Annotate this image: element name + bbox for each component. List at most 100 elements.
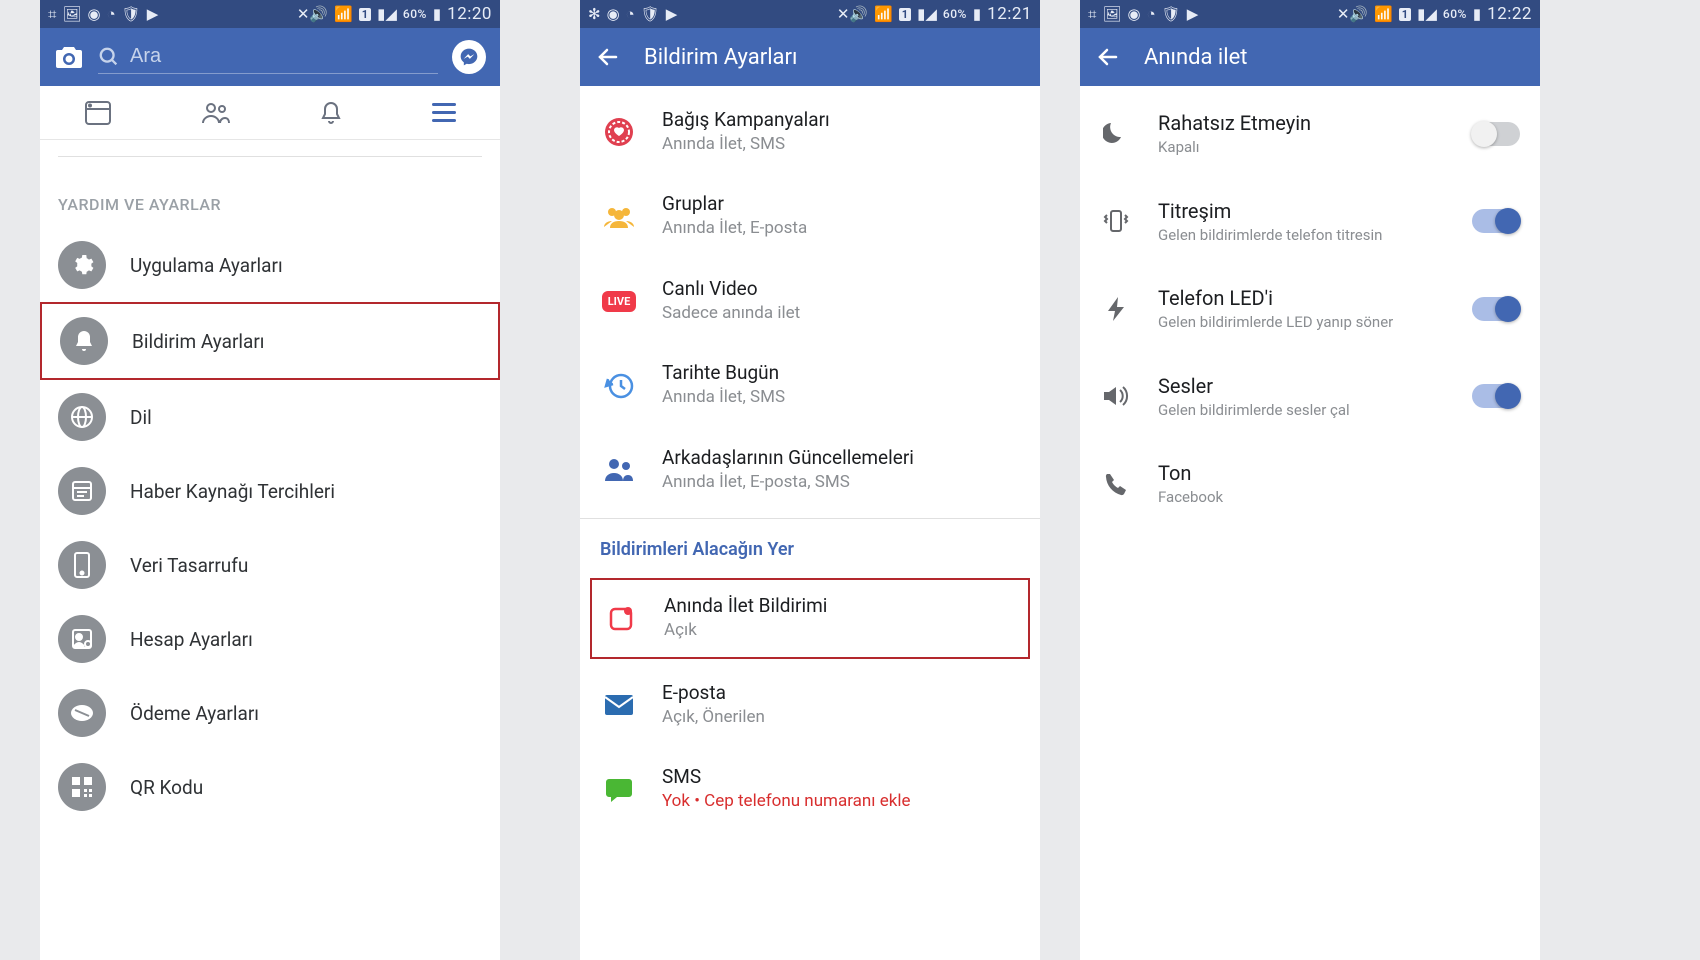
phone-push-screen: ⌗ 🖼 ◉ ◔ 🛡 ▶ ✕🔊 📶 1 ▮◢ 60% ▮ 12:22 Anında…	[1080, 0, 1540, 960]
settings-row-groups[interactable]: GruplarAnında İlet, E-posta	[580, 174, 1040, 258]
live-icon: LIVE	[600, 282, 638, 320]
camera-icon[interactable]	[54, 44, 84, 70]
status-icon: 🛡	[641, 7, 660, 22]
back-button[interactable]	[596, 45, 620, 69]
screen-header: Bildirim Ayarları	[580, 28, 1040, 86]
search-icon	[98, 46, 120, 68]
settings-row-live[interactable]: LIVE Canlı VideoSadece anında ilet	[580, 259, 1040, 343]
row-body: TitreşimGelen bildirimlerde telefon titr…	[1158, 198, 1448, 246]
push-row-speaker[interactable]: SeslerGelen bildirimlerde sesler çal	[1080, 353, 1540, 441]
menu-label: Hesap Ayarları	[130, 628, 253, 651]
mute-icon: ✕🔊	[1337, 7, 1368, 22]
push-scroll[interactable]: Rahatsız EtmeyinKapalı TitreşimGelen bild…	[1080, 86, 1540, 960]
menu-item-qr[interactable]: QR Kodu	[40, 750, 500, 824]
row-subtitle: Açık	[664, 619, 1018, 643]
menu-scroll[interactable]: YARDIM VE AYARLAR Uygulama AyarlarıBildi…	[40, 140, 500, 960]
moon-icon	[1098, 121, 1134, 147]
wifi-icon: 📶	[1374, 7, 1393, 22]
settings-row-friends[interactable]: Arkadaşlarının GüncellemeleriAnında İlet…	[580, 428, 1040, 512]
gear-icon	[58, 241, 106, 289]
status-icon: ◔	[107, 7, 116, 22]
status-time: 12:22	[1487, 4, 1532, 24]
search-input[interactable]	[130, 45, 438, 68]
settings-row-mail[interactable]: E-postaAçık, Önerilen	[580, 663, 1040, 747]
menu-label: Veri Tasarrufu	[130, 554, 248, 577]
settings-row-heart[interactable]: Bağış KampanyalarıAnında İlet, SMS	[580, 90, 1040, 174]
wifi-icon: 📶	[334, 7, 353, 22]
tab-notifications[interactable]	[319, 100, 343, 126]
status-icon: ◔	[626, 7, 635, 22]
push-row-moon[interactable]: Rahatsız EtmeyinKapalı	[1080, 90, 1540, 178]
sim-indicator: 1	[359, 8, 371, 21]
row-subtitle: Facebook	[1158, 488, 1520, 508]
tab-friends[interactable]	[201, 101, 231, 125]
menu-item-feed[interactable]: Haber Kaynağı Tercihleri	[40, 454, 500, 528]
menu-item-bell[interactable]: Bildirim Ayarları	[40, 302, 500, 380]
menu-label: Haber Kaynağı Tercihleri	[130, 480, 335, 503]
menu-item-globe[interactable]: Dil	[40, 380, 500, 454]
push-row-phone2[interactable]: TonFacebook	[1080, 440, 1540, 528]
toggle-switch[interactable]	[1472, 122, 1520, 146]
bell-icon	[60, 317, 108, 365]
battery-percent: 60%	[403, 7, 427, 21]
toggle-switch[interactable]	[1472, 209, 1520, 233]
settings-scroll[interactable]: Bağış KampanyalarıAnında İlet, SMSGrupla…	[580, 86, 1040, 960]
screen-header: Anında ilet	[1080, 28, 1540, 86]
push-row-vibrate[interactable]: TitreşimGelen bildirimlerde telefon titr…	[1080, 178, 1540, 266]
menu-list: Uygulama AyarlarıBildirim AyarlarıDil Hab…	[40, 228, 500, 824]
push-options-list: Rahatsız EtmeyinKapalı TitreşimGelen bild…	[1080, 86, 1540, 528]
menu-label: Ödeme Ayarları	[130, 702, 259, 725]
row-subtitle: Anında İlet, E-posta	[662, 217, 1020, 241]
row-subtitle: Kapalı	[1158, 138, 1448, 158]
row-subtitle: Yok • Cep telefonu numaranı ekle	[662, 790, 1020, 814]
row-title: E-posta	[662, 681, 1020, 706]
settings-row-sms[interactable]: SMSYok • Cep telefonu numaranı ekle	[580, 747, 1040, 831]
mail-icon	[600, 686, 638, 724]
mute-icon: ✕🔊	[837, 7, 868, 22]
toggle-switch[interactable]	[1472, 297, 1520, 321]
settings-row-push[interactable]: Anında İlet BildirimiAçık	[590, 578, 1030, 658]
row-title: Gruplar	[662, 192, 1020, 217]
status-icon: 🖼	[1102, 7, 1121, 22]
phone2-icon	[1098, 472, 1134, 496]
messenger-button[interactable]	[452, 40, 486, 74]
row-subtitle: Gelen bildirimlerde sesler çal	[1158, 401, 1448, 421]
menu-item-account[interactable]: Hesap Ayarları	[40, 602, 500, 676]
tab-menu[interactable]	[432, 103, 456, 122]
menu-item-phone[interactable]: Veri Tasarrufu	[40, 528, 500, 602]
push-row-bolt[interactable]: Telefon LED'iGelen bildirimlerde LED yan…	[1080, 265, 1540, 353]
status-time: 12:21	[987, 4, 1032, 24]
globe-icon	[58, 393, 106, 441]
status-icon: ⌗	[1088, 7, 1096, 22]
heart-icon	[600, 113, 638, 151]
row-body: Anında İlet BildirimiAçık	[664, 594, 1018, 642]
status-icon: ▶	[147, 7, 159, 22]
row-body: SMSYok • Cep telefonu numaranı ekle	[662, 765, 1020, 813]
status-icon: ▶	[666, 7, 678, 22]
phone-menu-screen: ⌗ 🖼 ◉ ◔ 🛡 ▶ ✕🔊 📶 1 ▮◢ 60% ▮ 12:20	[40, 0, 500, 960]
back-button[interactable]	[1096, 45, 1120, 69]
notif-category-list: Bağış KampanyalarıAnında İlet, SMSGrupla…	[580, 86, 1040, 512]
status-icon: ◔	[1147, 7, 1156, 22]
toggle-switch[interactable]	[1472, 384, 1520, 408]
row-body: Canlı VideoSadece anında ilet	[662, 277, 1020, 325]
friends-icon	[600, 451, 638, 489]
row-title: Canlı Video	[662, 277, 1020, 302]
hamburger-icon	[432, 103, 456, 122]
settings-row-clock[interactable]: Tarihte BugünAnında İlet, SMS	[580, 343, 1040, 427]
signal-icon: ▮◢	[1417, 7, 1437, 22]
menu-item-card[interactable]: Ödeme Ayarları	[40, 676, 500, 750]
battery-icon: ▮	[433, 7, 441, 22]
speaker-icon	[1098, 384, 1134, 408]
page-title: Anında ilet	[1144, 45, 1248, 70]
page-title: Bildirim Ayarları	[644, 45, 797, 70]
account-icon	[58, 615, 106, 663]
status-time: 12:20	[447, 4, 492, 24]
tab-newsfeed[interactable]	[84, 100, 112, 126]
row-body: E-postaAçık, Önerilen	[662, 681, 1020, 729]
row-body: Arkadaşlarının GüncellemeleriAnında İlet…	[662, 446, 1020, 494]
section-header: YARDIM VE AYARLAR	[40, 157, 500, 228]
row-title: Sesler	[1158, 373, 1448, 399]
menu-item-gear[interactable]: Uygulama Ayarları	[40, 228, 500, 302]
search-field[interactable]	[98, 40, 438, 74]
